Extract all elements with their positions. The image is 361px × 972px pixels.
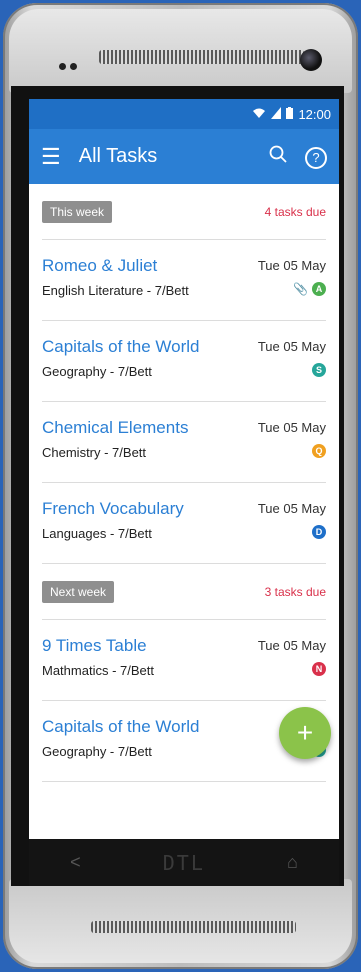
sensor-dots	[59, 57, 81, 75]
phone-top-cap	[9, 9, 352, 93]
task-name: 9 Times Table	[42, 636, 147, 655]
brand-logo: DTL	[162, 850, 205, 875]
task-name: Capitals of the World	[42, 717, 200, 736]
back-icon[interactable]: <	[70, 852, 81, 873]
add-task-button[interactable]: +	[279, 707, 331, 759]
task-name: Chemical Elements	[42, 418, 189, 437]
home-icon[interactable]: ⌂	[287, 852, 298, 873]
task-date: Tue 05 May	[257, 258, 326, 273]
section-header-next-week: Next week 3 tasks due	[42, 564, 326, 620]
speaker-grille-bottom	[91, 921, 296, 933]
section-chip: Next week	[42, 580, 115, 603]
section-chip: This week	[42, 200, 113, 223]
task-course: Mathmatics - 7/Bett	[42, 663, 154, 678]
background: 12:00 ☰ All Tasks ? This week 4 tasks du…	[0, 0, 361, 972]
tasks-due-count: 4 tasks due	[264, 204, 326, 219]
task-name: Capitals of the World	[42, 337, 200, 356]
task-item[interactable]: 9 Times Table Mathmatics - 7/Bett Tue 05…	[42, 620, 326, 701]
status-bar: 12:00	[29, 99, 339, 129]
status-badge: S	[312, 363, 326, 377]
task-course: English Literature - 7/Bett	[42, 283, 189, 298]
status-badge: Q	[312, 444, 326, 458]
app-bar: ☰ All Tasks ?	[29, 129, 339, 184]
page-title: All Tasks	[78, 145, 158, 167]
app-screen: 12:00 ☰ All Tasks ? This week 4 tasks du…	[29, 99, 339, 839]
android-nav-bar: < DTL ⌂	[29, 839, 339, 886]
task-date: Tue 05 May	[257, 339, 326, 354]
front-camera	[300, 49, 322, 71]
status-badge: A	[312, 282, 326, 296]
task-item[interactable]: Capitals of the World Geography - 7/Bett…	[42, 321, 326, 402]
task-item[interactable]: Chemical Elements Chemistry - 7/Bett Tue…	[42, 402, 326, 483]
help-icon[interactable]: ?	[305, 145, 327, 169]
task-course: Languages - 7/Bett	[42, 526, 152, 541]
status-badge: D	[312, 525, 326, 539]
task-course: Geography - 7/Bett	[42, 364, 152, 379]
battery-icon	[286, 106, 294, 122]
menu-icon[interactable]: ☰	[41, 144, 61, 170]
tasks-due-count: 3 tasks due	[264, 584, 326, 599]
task-name: Romeo & Juliet	[42, 256, 158, 275]
section-header-this-week: This week 4 tasks due	[42, 184, 326, 240]
search-icon[interactable]	[269, 145, 287, 169]
signal-icon	[271, 106, 282, 122]
speaker-grille-top	[99, 50, 304, 64]
task-date: Tue 05 May	[257, 501, 326, 516]
task-course: Chemistry - 7/Bett	[42, 445, 147, 460]
clock: 12:00	[298, 106, 331, 122]
task-item[interactable]: Romeo & Juliet English Literature - 7/Be…	[42, 240, 326, 321]
task-name: French Vocabulary	[42, 499, 184, 518]
attachment-icon: 📎	[293, 282, 308, 296]
task-date: Tue 05 May	[257, 420, 326, 435]
wifi-icon	[252, 107, 266, 122]
status-badge: N	[312, 662, 326, 676]
task-date: Tue 05 May	[257, 638, 326, 653]
task-course: Geography - 7/Bett	[42, 744, 152, 759]
phone-bottom-cap	[9, 879, 352, 963]
task-item[interactable]: French Vocabulary Languages - 7/Bett Tue…	[42, 483, 326, 564]
